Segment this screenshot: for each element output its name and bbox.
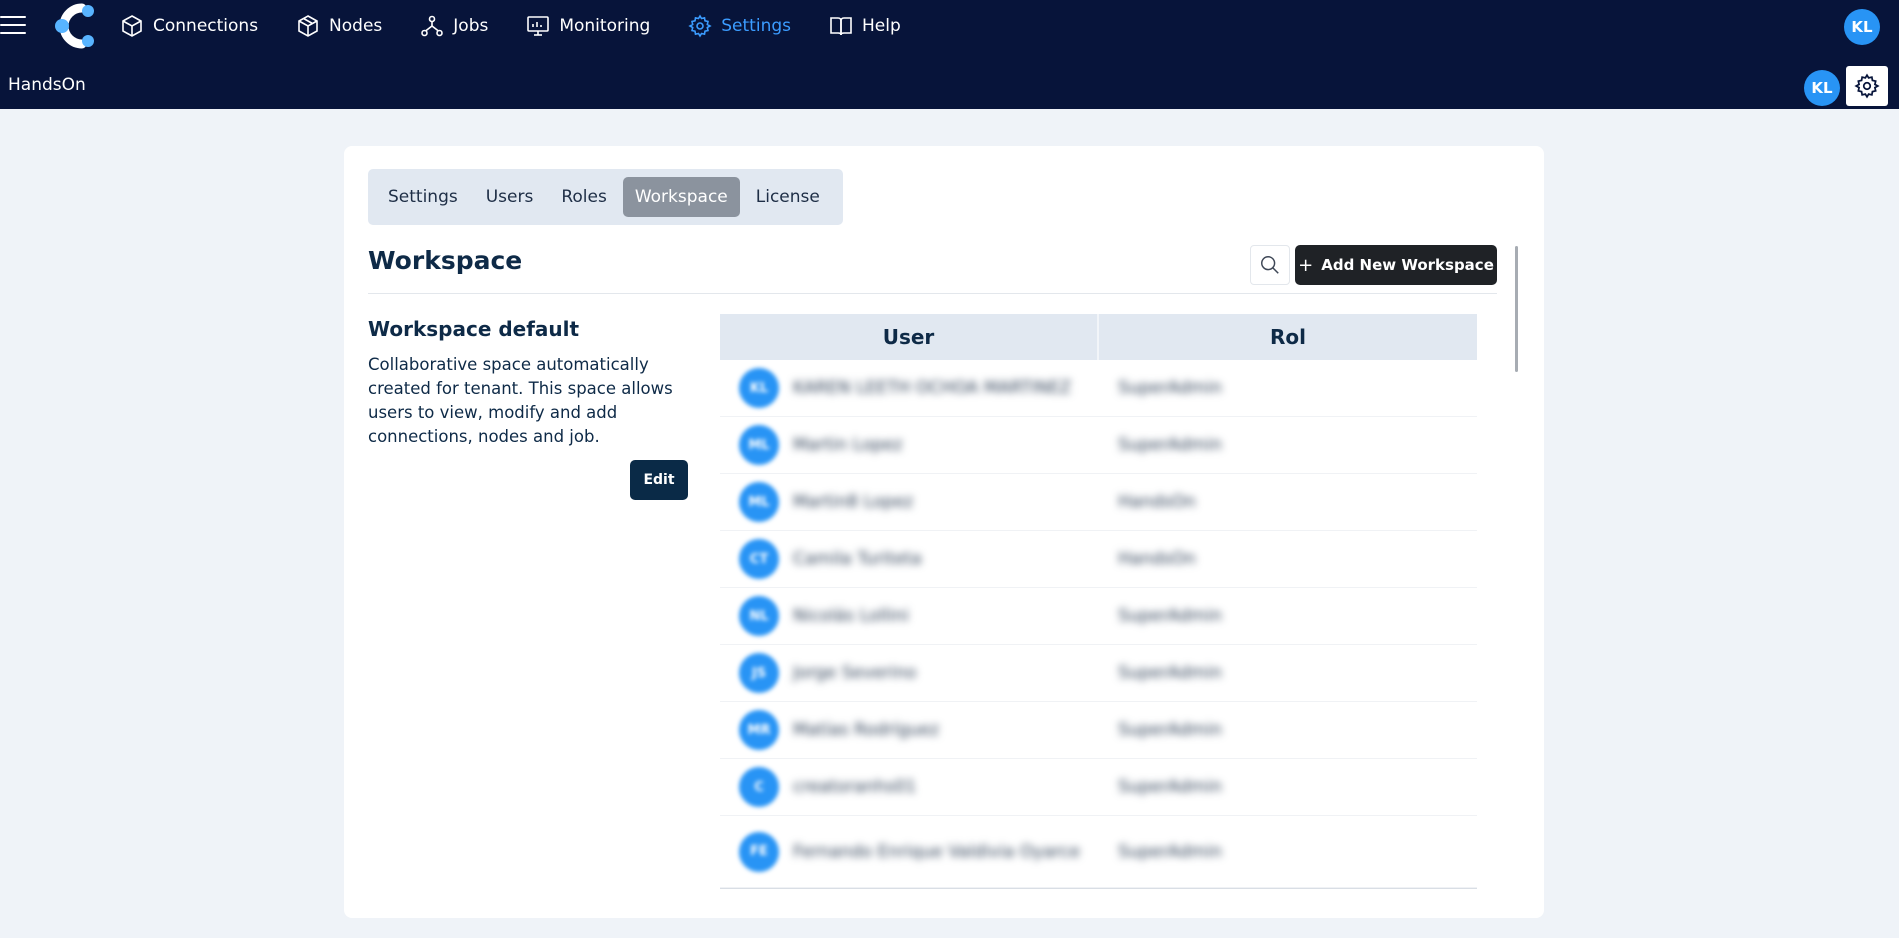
table-row[interactable]: KL KAREN LEETH OCHOA MARTINEZ SuperAdmin bbox=[720, 360, 1477, 417]
column-header-user[interactable]: User bbox=[720, 314, 1099, 360]
user-role: SuperAdmin bbox=[1118, 378, 1222, 398]
settings-button[interactable] bbox=[1846, 66, 1888, 106]
user-name: Martin8 Lopez bbox=[793, 492, 914, 512]
tab-roles[interactable]: Roles bbox=[549, 177, 619, 217]
gear-icon bbox=[1854, 73, 1880, 99]
tab-users[interactable]: Users bbox=[474, 177, 546, 217]
nav-item-label: Connections bbox=[153, 16, 259, 36]
avatar: JS bbox=[739, 653, 779, 693]
cube-icon bbox=[122, 15, 142, 37]
table-bottom-border bbox=[720, 888, 1477, 889]
table-row[interactable]: FE Fernando Enrique Valdivia Oyarce Super… bbox=[720, 816, 1477, 888]
tab-settings[interactable]: Settings bbox=[376, 177, 470, 217]
monitor-icon bbox=[527, 16, 550, 36]
nav-item-nodes[interactable]: Nodes bbox=[296, 14, 382, 38]
app-logo-icon[interactable] bbox=[52, 2, 100, 50]
nav-item-monitoring[interactable]: Monitoring bbox=[526, 14, 650, 38]
workspace-name: Workspace default bbox=[368, 317, 580, 341]
user-role: HandsOn bbox=[1118, 492, 1196, 512]
search-button[interactable] bbox=[1250, 245, 1290, 285]
user-name: KAREN LEETH OCHOA MARTINEZ bbox=[793, 378, 1072, 398]
header-divider bbox=[368, 293, 1497, 294]
add-workspace-label: Add New Workspace bbox=[1321, 256, 1494, 274]
table-row[interactable]: NL Nicolás Lollini SuperAdmin bbox=[720, 588, 1477, 645]
boxes-icon bbox=[298, 15, 318, 37]
nav-item-jobs[interactable]: Jobs bbox=[420, 14, 488, 38]
nav-items: Connections Nodes Jobs Monitoring Settin… bbox=[120, 0, 939, 52]
nav-item-label: Monitoring bbox=[559, 16, 651, 36]
user-name: Jorge Severino bbox=[793, 663, 917, 683]
user-name: Fernando Enrique Valdivia Oyarce bbox=[793, 841, 1081, 862]
avatar: FE bbox=[739, 831, 779, 872]
main-nav-row: Connections Nodes Jobs Monitoring Settin… bbox=[0, 0, 1899, 52]
user-name: creatoranhs01 bbox=[793, 777, 917, 797]
user-role: SuperAdmin bbox=[1118, 606, 1222, 626]
user-avatar[interactable]: KL bbox=[1844, 9, 1880, 45]
user-name: Nicolás Lollini bbox=[793, 606, 909, 626]
org-user-avatar[interactable]: KL bbox=[1804, 70, 1840, 106]
plus-icon: + bbox=[1298, 254, 1314, 276]
user-role: SuperAdmin bbox=[1118, 841, 1222, 862]
organization-name: HandsOn bbox=[8, 75, 86, 95]
top-navigation-bar: Connections Nodes Jobs Monitoring Settin… bbox=[0, 0, 1899, 109]
settings-tabs: Settings Users Roles Workspace License bbox=[368, 169, 843, 225]
table-row[interactable]: ML Martin Lopez SuperAdmin bbox=[720, 417, 1477, 474]
table-row[interactable]: JS Jorge Severino SuperAdmin bbox=[720, 645, 1477, 702]
nav-item-label: Help bbox=[862, 16, 901, 36]
nav-item-help[interactable]: Help bbox=[829, 14, 901, 38]
menu-icon[interactable] bbox=[0, 14, 26, 36]
avatar: MR bbox=[739, 710, 779, 750]
avatar: CT bbox=[739, 539, 779, 579]
column-header-rol[interactable]: Rol bbox=[1099, 314, 1477, 360]
edit-workspace-button[interactable]: Edit bbox=[630, 460, 688, 500]
book-icon bbox=[830, 17, 852, 36]
avatar: C bbox=[739, 767, 779, 807]
avatar: KL bbox=[739, 368, 779, 408]
user-name: Camila Turiteta bbox=[793, 549, 922, 569]
user-role: SuperAdmin bbox=[1118, 435, 1222, 455]
avatar: ML bbox=[739, 482, 779, 522]
user-name: Matías Rodríguez bbox=[793, 720, 940, 740]
table-row[interactable]: CT Camila Turiteta HandsOn bbox=[720, 531, 1477, 588]
table-row[interactable]: Ccreatoranhs01 SuperAdmin bbox=[720, 759, 1477, 816]
workspace-users-table: User Rol KL KAREN LEETH OCHOA MARTINEZ Su… bbox=[720, 314, 1477, 918]
table-row[interactable]: MR Matías Rodríguez SuperAdmin bbox=[720, 702, 1477, 759]
table-row[interactable]: ML Martin8 Lopez HandsOn bbox=[720, 474, 1477, 531]
nodes-graph-icon bbox=[421, 15, 444, 37]
org-bar: HandsOn KL bbox=[0, 62, 1899, 108]
nav-item-label: Nodes bbox=[329, 16, 383, 36]
user-role: SuperAdmin bbox=[1118, 663, 1222, 683]
page-title: Workspace bbox=[368, 246, 523, 275]
add-workspace-button[interactable]: + Add New Workspace bbox=[1295, 245, 1497, 285]
avatar: NL bbox=[739, 596, 779, 636]
user-role: SuperAdmin bbox=[1118, 777, 1222, 797]
tab-license[interactable]: License bbox=[744, 177, 832, 217]
gear-icon bbox=[688, 14, 712, 38]
tab-workspace[interactable]: Workspace bbox=[622, 177, 740, 217]
workspace-description: Collaborative space automatically create… bbox=[368, 355, 673, 446]
nav-item-settings[interactable]: Settings bbox=[688, 14, 791, 38]
nav-item-label: Jobs bbox=[453, 16, 489, 36]
user-role: HandsOn bbox=[1118, 549, 1196, 569]
scrollbar[interactable] bbox=[1515, 246, 1518, 372]
search-icon bbox=[1261, 256, 1279, 274]
avatar: ML bbox=[739, 425, 779, 465]
user-name: Martin Lopez bbox=[793, 435, 903, 455]
table-header: User Rol bbox=[720, 314, 1477, 360]
settings-card: Settings Users Roles Workspace License W… bbox=[344, 146, 1544, 918]
user-role: SuperAdmin bbox=[1118, 720, 1222, 740]
nav-item-connections[interactable]: Connections bbox=[120, 14, 258, 38]
nav-item-label: Settings bbox=[721, 16, 791, 36]
